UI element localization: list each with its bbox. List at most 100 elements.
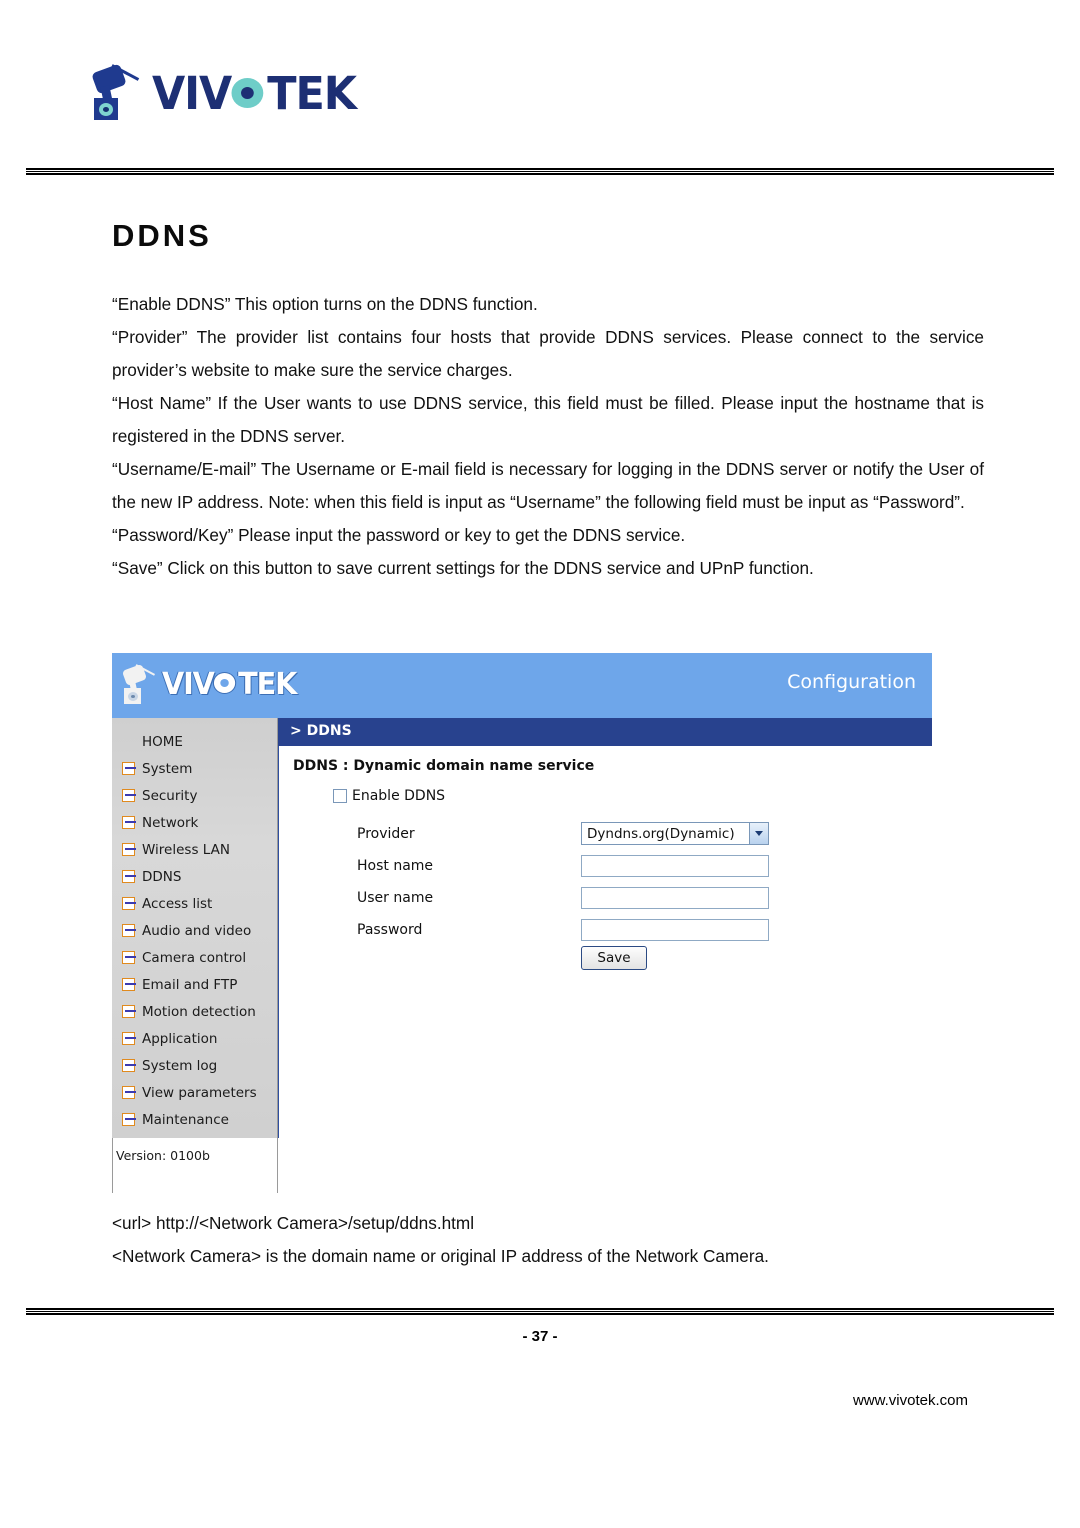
website-url: www.vivotek.com bbox=[852, 1392, 968, 1409]
arrow-icon bbox=[122, 897, 135, 910]
sidebar-item-maintenance[interactable]: Maintenance bbox=[112, 1106, 278, 1133]
arrow-icon bbox=[122, 762, 135, 775]
save-row: Save bbox=[581, 946, 647, 970]
arrow-icon bbox=[122, 924, 135, 937]
body-copy: “Enable DDNS” This option turns on the D… bbox=[112, 288, 984, 585]
arrow-icon bbox=[122, 843, 135, 856]
sidebar-item-motion-detection[interactable]: Motion detection bbox=[112, 998, 278, 1025]
paragraph: “Host Name” If the User wants to use DDN… bbox=[112, 393, 984, 446]
sidebar-item-label: Security bbox=[142, 787, 198, 804]
arrow-icon bbox=[122, 789, 135, 802]
form-title: DDNS : Dynamic domain name service bbox=[293, 758, 595, 774]
arrow-icon bbox=[122, 978, 135, 991]
arrow-icon bbox=[122, 1113, 135, 1126]
arrow-icon bbox=[122, 1032, 135, 1045]
sidebar-item-view-parameters[interactable]: View parameters bbox=[112, 1079, 278, 1106]
header-rule bbox=[26, 168, 1054, 175]
app-vivotek-wordmark: VIV TEK bbox=[162, 667, 297, 702]
sidebar-item-label: View parameters bbox=[142, 1084, 257, 1101]
sidebar-item-label: Network bbox=[142, 814, 199, 831]
user-name-input[interactable] bbox=[581, 886, 769, 909]
sidebar-item-label: Application bbox=[142, 1030, 218, 1047]
sidebar-item-application[interactable]: Application bbox=[112, 1025, 278, 1052]
provider-select[interactable]: Dyndns.org(Dynamic) bbox=[581, 822, 769, 845]
sidebar-item-system-log[interactable]: System log bbox=[112, 1052, 278, 1079]
provider-selected-value: Dyndns.org(Dynamic) bbox=[587, 825, 735, 842]
version-label: Version: 0100b bbox=[116, 1148, 210, 1163]
arrow-icon bbox=[122, 1005, 135, 1018]
sidebar-item-label: Motion detection bbox=[142, 1003, 256, 1020]
sidebar-item-label: HOME bbox=[142, 733, 183, 750]
camera-icon bbox=[88, 62, 146, 124]
provider-label: Provider bbox=[357, 825, 415, 842]
paragraph: “Save” Click on this button to save curr… bbox=[112, 558, 814, 578]
page-header: VIV TEK bbox=[0, 0, 1080, 160]
sidebar-nav-list: HOME System Security Network Wireless LA… bbox=[112, 728, 278, 1133]
logo-o-ring-icon bbox=[213, 673, 238, 696]
sidebar-item-system[interactable]: System bbox=[112, 755, 278, 782]
host-name-input[interactable] bbox=[581, 854, 769, 877]
manual-page: VIV TEK DDNS “Enable DDNS” This option tu… bbox=[0, 0, 1080, 1528]
page-number: - 37 - bbox=[522, 1328, 558, 1345]
chevron-down-icon[interactable] bbox=[749, 823, 768, 844]
sidebar-item-label: Email and FTP bbox=[142, 976, 238, 993]
enable-ddns-label: Enable DDNS bbox=[352, 788, 446, 804]
sidebar-item-email-and-ftp[interactable]: Email and FTP bbox=[112, 971, 278, 998]
sidebar-item-access-list[interactable]: Access list bbox=[112, 890, 278, 917]
user-name-row: User name bbox=[333, 882, 913, 913]
sidebar-right-edge bbox=[277, 1138, 278, 1193]
sidebar-item-label: System bbox=[142, 760, 193, 777]
sidebar-item-label: Maintenance bbox=[142, 1111, 229, 1128]
logo-o-ring-icon bbox=[231, 77, 267, 112]
sidebar-item-audio-and-video[interactable]: Audio and video bbox=[112, 917, 278, 944]
app-sidebar: HOME System Security Network Wireless LA… bbox=[112, 718, 278, 1138]
sidebar-left-edge bbox=[112, 1138, 113, 1193]
user-name-label: User name bbox=[357, 889, 434, 906]
embedded-screenshot: VIV TEK Configuration > DDNS HOME System … bbox=[112, 653, 932, 1193]
host-name-label: Host name bbox=[357, 857, 434, 874]
enable-ddns-checkbox[interactable] bbox=[333, 789, 347, 803]
app-breadcrumb-bar: > DDNS bbox=[278, 718, 932, 746]
sidebar-item-network[interactable]: Network bbox=[112, 809, 278, 836]
url-line: <url> http://<Network Camera>/setup/ddns… bbox=[112, 1213, 475, 1233]
save-button[interactable]: Save bbox=[581, 946, 647, 970]
footer-rule bbox=[26, 1308, 1054, 1315]
arrow-icon bbox=[122, 951, 135, 964]
sidebar-item-label: Wireless LAN bbox=[142, 841, 230, 858]
arrow-icon bbox=[122, 816, 135, 829]
app-banner: VIV TEK Configuration bbox=[112, 653, 932, 718]
sidebar-item-label: Access list bbox=[142, 895, 213, 912]
sidebar-item-label: Camera control bbox=[142, 949, 247, 966]
sidebar-item-camera-control[interactable]: Camera control bbox=[112, 944, 278, 971]
arrow-icon bbox=[122, 1059, 135, 1072]
paragraph: “Enable DDNS” This option turns on the D… bbox=[112, 294, 538, 314]
url-block: <url> http://<Network Camera>/setup/ddns… bbox=[112, 1207, 992, 1273]
sidebar-item-label: Audio and video bbox=[142, 922, 252, 939]
sidebar-item-label: DDNS bbox=[142, 868, 182, 885]
app-content-pane: DDNS : Dynamic domain name service Enabl… bbox=[278, 746, 932, 1138]
paragraph: “Password/Key” Please input the password… bbox=[112, 525, 686, 545]
password-label: Password bbox=[357, 921, 423, 938]
sidebar-item-ddns[interactable]: DDNS bbox=[112, 863, 278, 890]
vivotek-logo: VIV TEK bbox=[88, 62, 357, 124]
camera-icon bbox=[120, 663, 160, 707]
sidebar-item-label: System log bbox=[142, 1057, 218, 1074]
arrow-icon bbox=[122, 870, 135, 883]
paragraph: “Username/E-mail” The Username or E-mail… bbox=[112, 459, 984, 512]
page-title: DDNS bbox=[112, 218, 212, 253]
provider-row: Provider Dyndns.org(Dynamic) bbox=[333, 818, 913, 849]
vivotek-wordmark: VIV TEK bbox=[152, 66, 357, 120]
sidebar-item-wireless-lan[interactable]: Wireless LAN bbox=[112, 836, 278, 863]
arrow-icon bbox=[122, 1086, 135, 1099]
sidebar-item-security[interactable]: Security bbox=[112, 782, 278, 809]
sidebar-item-home[interactable]: HOME bbox=[112, 728, 278, 755]
host-name-row: Host name bbox=[333, 850, 913, 881]
configuration-label: Configuration bbox=[787, 671, 916, 693]
breadcrumb: > DDNS bbox=[290, 723, 352, 739]
url-note: <Network Camera> is the domain name or o… bbox=[112, 1246, 769, 1266]
password-input[interactable] bbox=[581, 918, 769, 941]
paragraph: “Provider” The provider list contains fo… bbox=[112, 327, 984, 380]
enable-ddns-row[interactable]: Enable DDNS bbox=[333, 788, 445, 804]
password-row: Password bbox=[333, 914, 913, 945]
app-vivotek-logo: VIV TEK bbox=[120, 663, 297, 707]
